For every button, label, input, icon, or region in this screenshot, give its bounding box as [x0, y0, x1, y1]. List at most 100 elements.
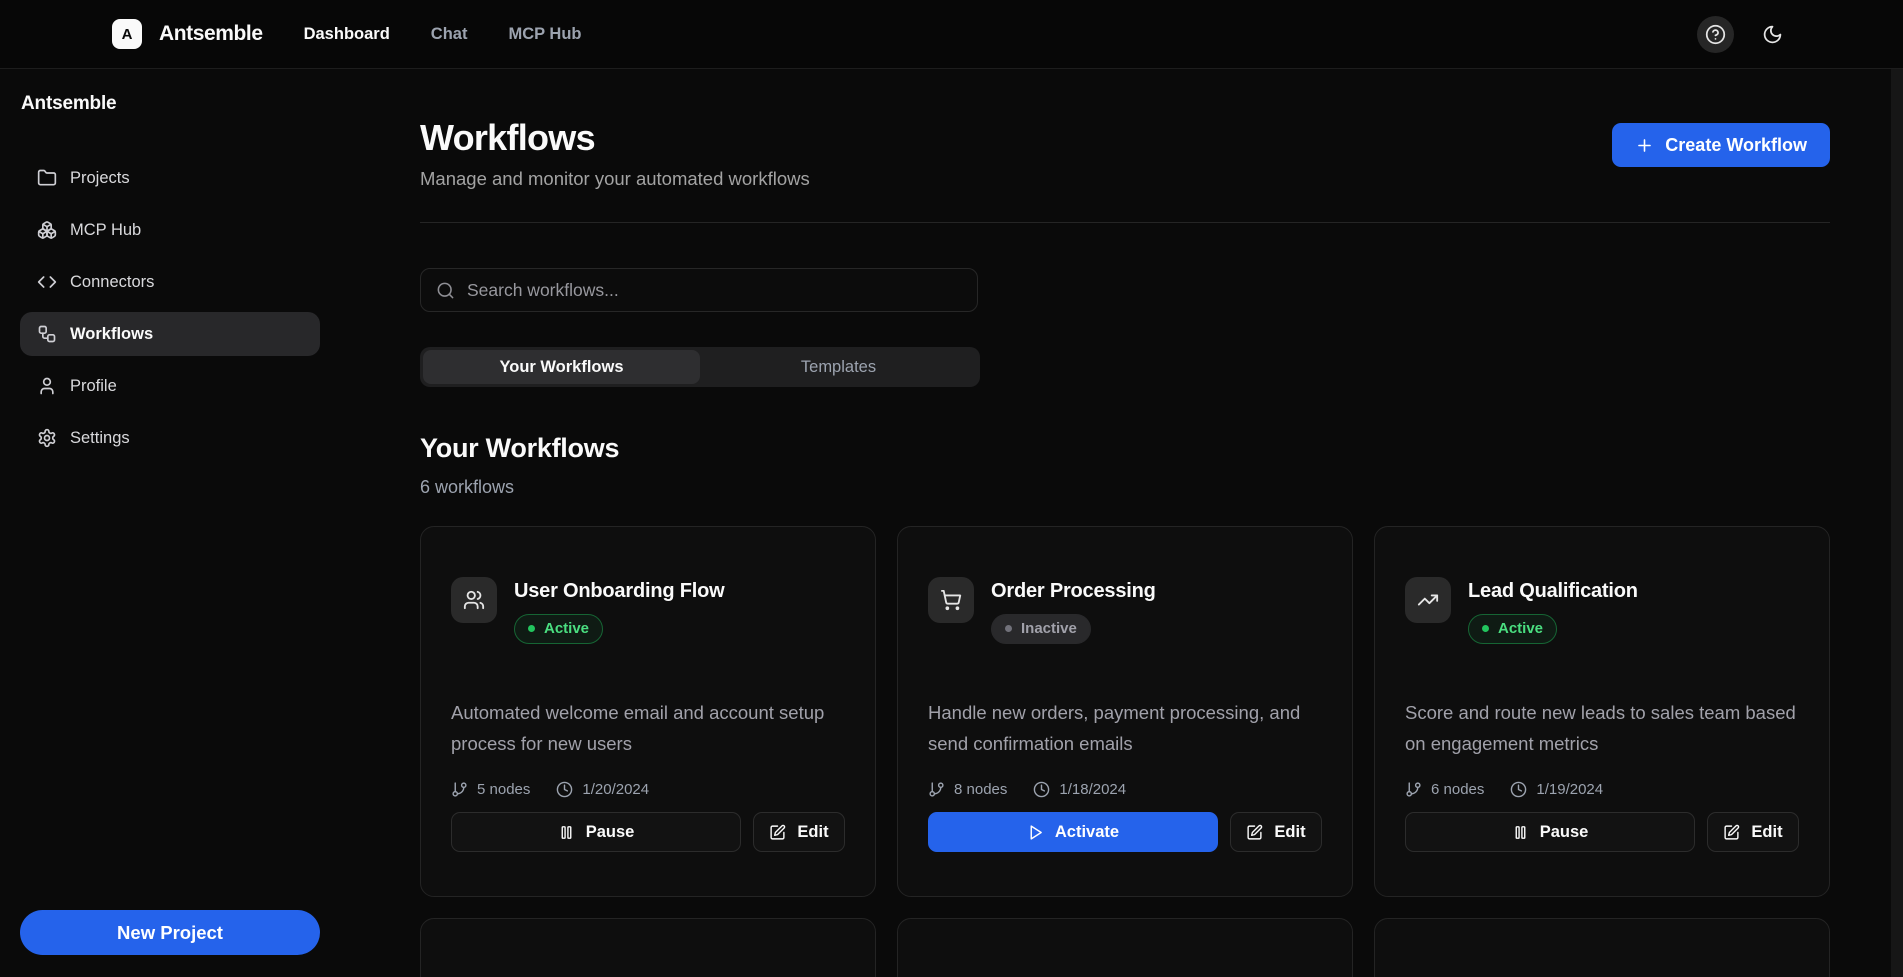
tab-your-workflows[interactable]: Your Workflows — [423, 350, 700, 384]
logo-letter: A — [122, 26, 133, 43]
sidebar-item-label: Projects — [70, 169, 130, 188]
clock-icon — [556, 781, 573, 798]
last-updated: 1/19/2024 — [1510, 781, 1603, 798]
pause-button[interactable]: Pause — [451, 812, 741, 852]
status-label: Inactive — [1021, 620, 1077, 637]
new-project-button[interactable]: New Project — [20, 910, 320, 955]
git-branch-icon — [451, 781, 468, 798]
page-title: Workflows — [420, 117, 810, 158]
play-icon — [1027, 824, 1044, 841]
status-label: Active — [1498, 620, 1543, 637]
sidebar-item-settings[interactable]: Settings — [20, 416, 320, 460]
card-title: Order Processing — [991, 577, 1156, 603]
clock-icon — [1033, 781, 1050, 798]
sidebar-item-label: Connectors — [70, 273, 154, 292]
pause-button[interactable]: Pause — [1405, 812, 1695, 852]
edit-icon — [769, 824, 786, 841]
search-box[interactable] — [420, 268, 978, 312]
workflow-icon — [37, 324, 57, 344]
edit-icon — [1246, 824, 1263, 841]
pause-icon — [1512, 824, 1529, 841]
card-header: Order Processing Inactive — [928, 577, 1322, 644]
card-actions: Activate Edit — [928, 812, 1322, 852]
activate-button[interactable]: Activate — [928, 812, 1218, 852]
card-description: Automated welcome email and account setu… — [451, 698, 845, 759]
user-icon — [37, 376, 57, 396]
scrollbar-track[interactable] — [1891, 69, 1903, 977]
sidebar: Antsemble Projects MCP Hub Connectors — [0, 69, 340, 977]
app-logo: A — [112, 19, 142, 49]
card-actions: Pause Edit — [1405, 812, 1799, 852]
help-circle-icon — [1705, 24, 1726, 45]
edit-button[interactable]: Edit — [753, 812, 845, 852]
nodes-label: 5 nodes — [477, 781, 530, 798]
topnav-chat[interactable]: Chat — [431, 25, 468, 44]
nodes-count: 5 nodes — [451, 781, 530, 798]
topbar-nav: Dashboard Chat MCP Hub — [304, 25, 582, 44]
edit-button[interactable]: Edit — [1707, 812, 1799, 852]
edit-label: Edit — [1274, 823, 1305, 842]
workflow-card-user-onboarding: User Onboarding Flow Active Automated we… — [420, 526, 876, 897]
sidebar-item-connectors[interactable]: Connectors — [20, 260, 320, 304]
code-icon — [37, 272, 57, 292]
brand-name: Antsemble — [159, 22, 263, 46]
edit-button[interactable]: Edit — [1230, 812, 1322, 852]
pause-label: Pause — [586, 823, 635, 842]
sidebar-item-workflows[interactable]: Workflows — [20, 312, 320, 356]
boxes-icon — [37, 220, 57, 240]
status-badge: Active — [1468, 614, 1557, 644]
last-updated: 1/18/2024 — [1033, 781, 1126, 798]
status-label: Active — [544, 620, 589, 637]
status-dot-icon — [1005, 625, 1012, 632]
section-title: Your Workflows — [420, 433, 1830, 464]
topnav-dashboard[interactable]: Dashboard — [304, 25, 390, 44]
edit-label: Edit — [1751, 823, 1782, 842]
status-badge: Active — [514, 614, 603, 644]
tab-templates[interactable]: Templates — [700, 350, 977, 384]
sidebar-item-profile[interactable]: Profile — [20, 364, 320, 408]
workflow-grid: User Onboarding Flow Active Automated we… — [420, 526, 1830, 977]
card-title: Lead Qualification — [1468, 577, 1638, 603]
date-label: 1/20/2024 — [582, 781, 649, 798]
clock-icon — [1510, 781, 1527, 798]
card-meta: 5 nodes 1/20/2024 — [451, 781, 845, 798]
sidebar-item-mcp-hub[interactable]: MCP Hub — [20, 208, 320, 252]
help-button[interactable] — [1697, 16, 1734, 53]
search-input[interactable] — [467, 280, 962, 301]
folder-icon — [37, 168, 57, 188]
users-icon — [451, 577, 497, 623]
nodes-count: 6 nodes — [1405, 781, 1484, 798]
workflow-card-partial — [897, 918, 1353, 977]
plus-icon — [1635, 136, 1654, 155]
create-workflow-button[interactable]: Create Workflow — [1612, 123, 1830, 167]
edit-icon — [1723, 824, 1740, 841]
status-dot-icon — [1482, 625, 1489, 632]
gear-icon — [37, 428, 57, 448]
sidebar-item-label: Workflows — [70, 325, 153, 344]
shopping-cart-icon — [928, 577, 974, 623]
page-header: Workflows Manage and monitor your automa… — [420, 117, 1830, 223]
nodes-count: 8 nodes — [928, 781, 1007, 798]
theme-toggle-button[interactable] — [1754, 16, 1791, 53]
pause-label: Pause — [1540, 823, 1589, 842]
workflow-card-order-processing: Order Processing Inactive Handle new ord… — [897, 526, 1353, 897]
workflow-card-lead-qualification: Lead Qualification Active Score and rout… — [1374, 526, 1830, 897]
sidebar-item-label: Settings — [70, 429, 130, 448]
activate-label: Activate — [1055, 823, 1119, 842]
date-label: 1/19/2024 — [1536, 781, 1603, 798]
workflow-card-partial — [1374, 918, 1830, 977]
card-meta: 8 nodes 1/18/2024 — [928, 781, 1322, 798]
topnav-mcp-hub[interactable]: MCP Hub — [508, 25, 581, 44]
status-dot-icon — [528, 625, 535, 632]
sidebar-title: Antsemble — [20, 93, 320, 115]
sidebar-nav: Projects MCP Hub Connectors Workflows — [20, 156, 320, 460]
status-badge: Inactive — [991, 614, 1091, 644]
page-subtitle: Manage and monitor your automated workfl… — [420, 168, 810, 190]
create-workflow-label: Create Workflow — [1665, 135, 1807, 156]
card-meta: 6 nodes 1/19/2024 — [1405, 781, 1799, 798]
workflow-tabs: Your Workflows Templates — [420, 347, 980, 387]
date-label: 1/18/2024 — [1059, 781, 1126, 798]
card-title: User Onboarding Flow — [514, 577, 724, 603]
sidebar-item-projects[interactable]: Projects — [20, 156, 320, 200]
nodes-label: 8 nodes — [954, 781, 1007, 798]
